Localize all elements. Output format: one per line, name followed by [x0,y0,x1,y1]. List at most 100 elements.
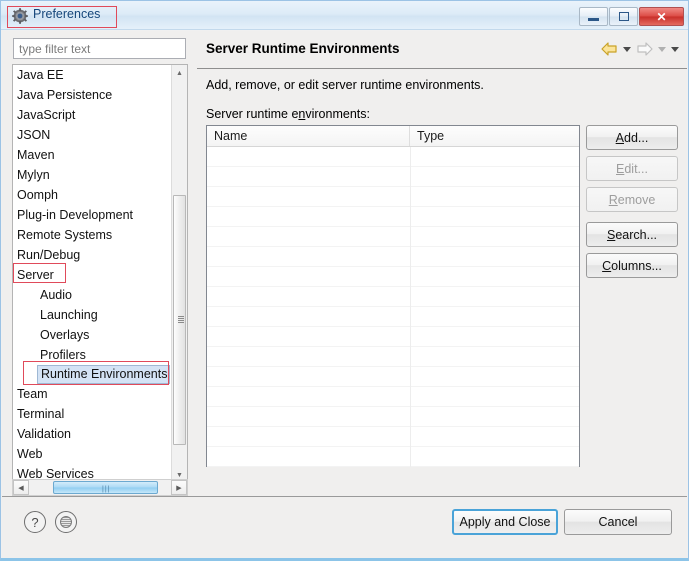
table-row[interactable] [207,367,579,387]
scroll-up-icon[interactable]: ▲ [172,65,187,82]
maximize-icon [618,12,629,21]
column-header-type[interactable]: Type [410,126,579,146]
edit-button-mnemonic: E [616,161,625,176]
tree-item-launching[interactable]: Launching [13,305,173,325]
tree-item-plugin-development[interactable]: Plug-in Development [13,205,173,225]
tree-item-java-persistence[interactable]: Java Persistence [13,85,173,105]
table-row[interactable] [207,327,579,347]
edit-button[interactable]: Edit... [586,156,678,181]
apply-and-close-button[interactable]: Apply and Close [452,509,558,535]
dialog-footer: ? Apply and Close Cancel [2,496,687,558]
search-button[interactable]: Search... [586,222,678,247]
tree-item-team[interactable]: Team [13,384,173,404]
title-bar: Preferences ✕ [1,1,688,30]
remove-button[interactable]: Remove [586,187,678,212]
columns-button[interactable]: Columns... [586,253,678,278]
tree-item-remote-systems[interactable]: Remote Systems [13,225,173,245]
filter-input[interactable]: type filter text [13,38,186,59]
preferences-gear-icon [12,8,28,24]
help-icon[interactable]: ? [24,511,46,533]
preferences-tree[interactable]: Java EE Java Persistence JavaScript JSON… [12,64,188,485]
table-row[interactable] [207,187,579,207]
scrollbar-grip-icon: ||| [102,486,111,493]
search-button-label: earch... [615,227,658,242]
tree-item-overlays[interactable]: Overlays [13,325,173,345]
forward-arrow-icon [636,42,653,56]
columns-button-mnemonic: C [602,258,612,273]
title-separator [197,68,687,69]
tree-item-server[interactable]: Server [13,265,173,285]
add-button-mnemonic: A [615,130,624,145]
minimize-button[interactable] [579,7,608,26]
add-button-label: dd... [624,130,649,145]
table-label-post: vironments: [305,107,370,121]
columns-button-label: olumns... [611,258,662,273]
table-body [207,147,579,467]
table-actions: Add... Edit... Remove Search... Columns.… [586,125,678,284]
runtime-environments-table[interactable]: Name Type [206,125,580,467]
back-history-caret-icon[interactable] [623,46,631,52]
add-button[interactable]: Add... [586,125,678,150]
tree-item-oomph[interactable]: Oomph [13,185,173,205]
table-row[interactable] [207,407,579,427]
tree-vertical-scrollbar[interactable]: ▲ ▼ [171,65,187,484]
close-button[interactable]: ✕ [639,7,684,26]
scroll-left-icon[interactable]: ◀ [13,480,29,495]
tree-item-validation[interactable]: Validation [13,424,173,444]
settings-panel: Server Runtime Environments Add, remove,… [197,31,687,496]
column-divider [410,147,411,467]
cancel-button[interactable]: Cancel [564,509,672,535]
page-description: Add, remove, or edit server runtime envi… [206,78,484,92]
table-row[interactable] [207,167,579,187]
page-title: Server Runtime Environments [206,41,400,56]
table-header-row: Name Type [207,126,579,147]
table-row[interactable] [207,267,579,287]
record-preferences-icon[interactable] [55,511,77,533]
tree-item-mylyn[interactable]: Mylyn [13,165,173,185]
table-label: Server runtime environments: [206,107,370,121]
navigation-toolbar [601,42,679,56]
table-row[interactable] [207,207,579,227]
tree-horizontal-scrollbar[interactable]: ◀ ||| ▶ [12,479,188,496]
tree-item-terminal[interactable]: Terminal [13,404,173,424]
table-row[interactable] [207,247,579,267]
scroll-right-icon[interactable]: ▶ [171,480,187,495]
table-row[interactable] [207,147,579,167]
table-row[interactable] [207,347,579,367]
close-icon: ✕ [656,9,667,24]
minimize-icon [588,18,599,21]
tree-item-runtime-environments[interactable]: Runtime Environments [37,365,170,384]
horizontal-scrollbar-thumb[interactable]: ||| [53,481,158,494]
tree-item-maven[interactable]: Maven [13,145,173,165]
tree-item-audio[interactable]: Audio [13,285,173,305]
window-controls: ✕ [579,7,684,26]
table-row[interactable] [207,387,579,407]
table-row[interactable] [207,307,579,327]
search-button-mnemonic: S [606,227,616,242]
column-header-name[interactable]: Name [207,126,410,146]
tree-item-json[interactable]: JSON [13,125,173,145]
edit-button-label: dit... [624,161,648,176]
table-row[interactable] [207,287,579,307]
vertical-scrollbar-thumb[interactable] [173,195,186,445]
window-title: Preferences [33,7,101,21]
tree-item-java-ee[interactable]: Java EE [13,65,173,85]
tree-item-javascript[interactable]: JavaScript [13,105,173,125]
table-row[interactable] [207,427,579,447]
table-label-pre: Server runtime e [206,107,299,121]
tree-item-web[interactable]: Web [13,444,173,464]
record-preferences-inner-icon [60,516,72,528]
preferences-dialog: Preferences ✕ type filter text Java EE J… [0,0,689,561]
tree-item-profilers[interactable]: Profilers [13,345,173,365]
back-arrow-icon[interactable] [601,42,618,56]
remove-button-mnemonic: R [608,192,618,207]
view-menu-caret-icon[interactable] [671,46,679,52]
table-row[interactable] [207,227,579,247]
table-row[interactable] [207,447,579,467]
tree-item-run-debug[interactable]: Run/Debug [13,245,173,265]
remove-button-label: emove [617,192,656,207]
scrollbar-grip-icon [178,316,184,324]
maximize-button[interactable] [609,7,638,26]
forward-history-caret-icon [658,46,666,52]
tree-item-list: Java EE Java Persistence JavaScript JSON… [13,65,173,484]
